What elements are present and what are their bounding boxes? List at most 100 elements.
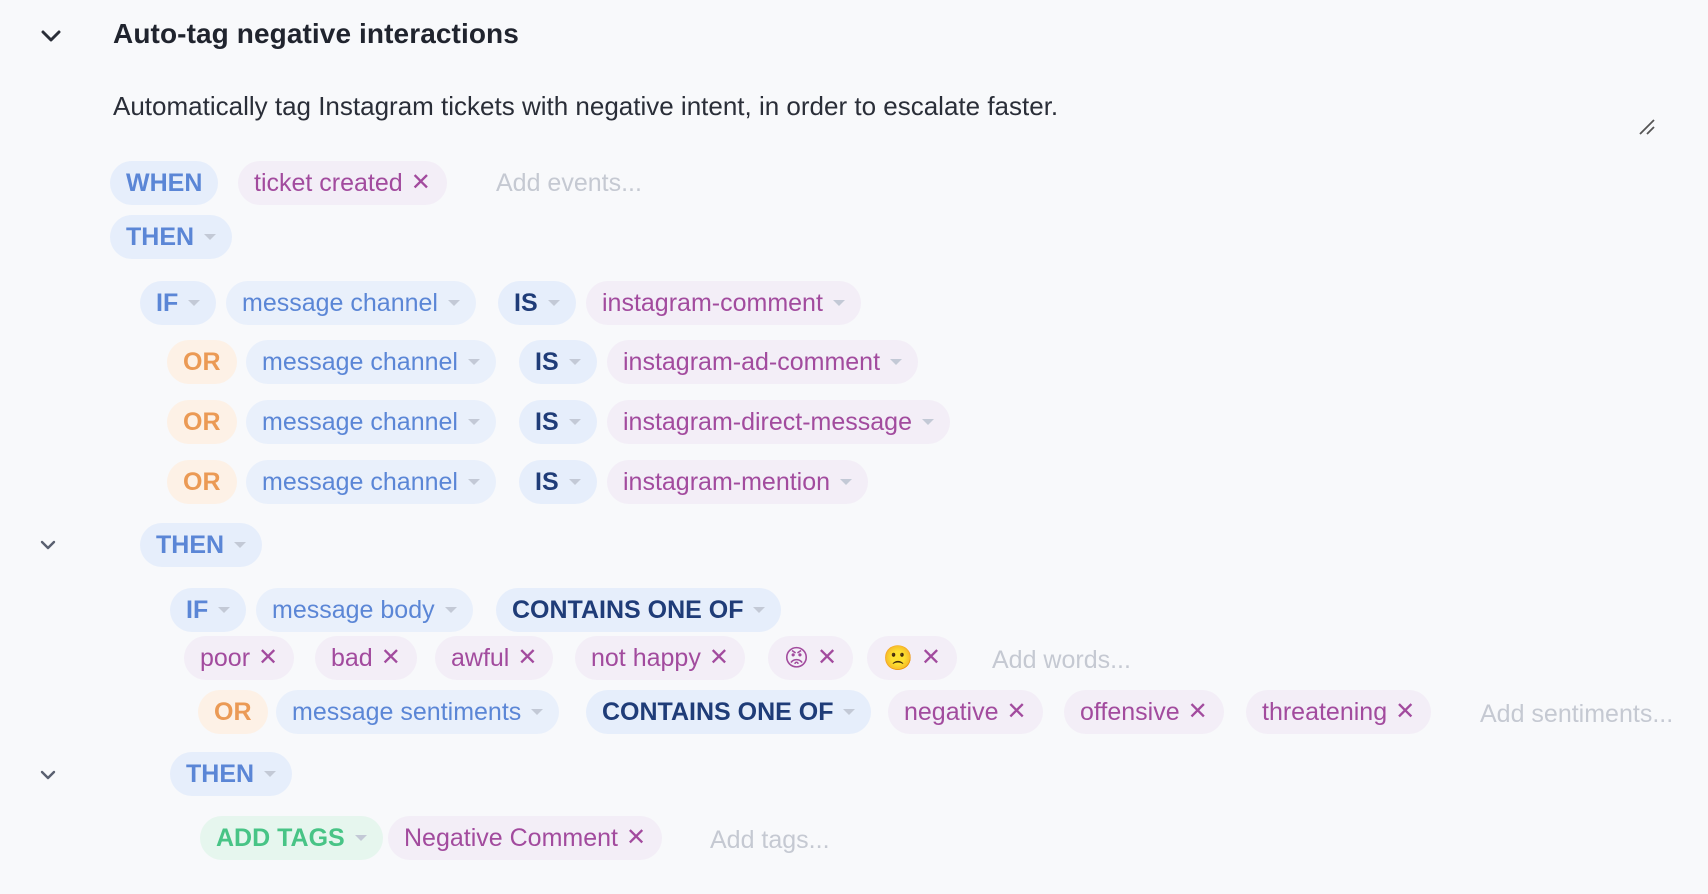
word-label: bad — [331, 643, 373, 672]
field-label: message channel — [262, 347, 458, 376]
add-events-input[interactable]: Add events... — [496, 161, 642, 205]
remove-sentiment-icon[interactable]: ✕ — [1188, 700, 1208, 724]
when-keyword: WHEN — [110, 161, 219, 205]
field-label: message channel — [262, 467, 458, 496]
operator-select[interactable]: CONTAINS ONE OF — [496, 588, 782, 632]
condition-field-select[interactable]: message body — [256, 588, 473, 632]
frowning-face-emoji: 🙁 — [883, 644, 913, 672]
sentiment-label: offensive — [1080, 697, 1180, 726]
word-chip[interactable]: bad ✕ — [315, 636, 417, 680]
collapse-then-chevron-icon[interactable] — [37, 764, 59, 786]
if-label: IF — [156, 288, 179, 317]
resize-handle-icon[interactable] — [1638, 118, 1656, 141]
then-keyword-2[interactable]: THEN — [140, 523, 263, 567]
operator-select[interactable]: IS — [498, 281, 576, 325]
operator-label: CONTAINS ONE OF — [602, 697, 834, 726]
remove-tag-icon[interactable]: ✕ — [626, 826, 646, 850]
rule-description[interactable]: Automatically tag Instagram tickets with… — [113, 91, 1058, 122]
value-select[interactable]: instagram-comment — [586, 281, 861, 325]
collapse-rule-chevron-icon[interactable] — [40, 25, 62, 47]
condition-field-select[interactable]: message channel — [226, 281, 476, 325]
or-keyword[interactable]: OR — [198, 690, 268, 734]
caret-down-icon — [568, 359, 581, 365]
remove-word-icon[interactable]: ✕ — [921, 646, 941, 670]
tag-chip[interactable]: Negative Comment ✕ — [388, 816, 663, 860]
add-words-input[interactable]: Add words... — [992, 638, 1131, 682]
remove-sentiment-icon[interactable]: ✕ — [1007, 700, 1027, 724]
value-label: instagram-mention — [623, 467, 831, 496]
field-label: message channel — [242, 288, 438, 317]
caret-down-icon — [753, 607, 766, 613]
field-label: message body — [272, 595, 435, 624]
condition-field-select[interactable]: message channel — [246, 460, 496, 504]
field-label: message channel — [262, 407, 458, 436]
caret-down-icon — [354, 835, 367, 841]
remove-word-icon[interactable]: ✕ — [817, 646, 837, 670]
condition-field-select[interactable]: message sentiments — [276, 690, 560, 734]
caret-down-icon — [467, 419, 480, 425]
caret-down-icon — [467, 359, 480, 365]
event-chip[interactable]: ticket created ✕ — [238, 161, 447, 205]
word-chip[interactable]: not happy ✕ — [575, 636, 745, 680]
or-keyword[interactable]: OR — [167, 400, 237, 444]
caret-down-icon — [832, 300, 845, 306]
operator-select[interactable]: IS — [519, 460, 597, 504]
field-label: message sentiments — [292, 697, 522, 726]
word-chip[interactable]: 🙁 ✕ — [867, 636, 957, 680]
remove-word-icon[interactable]: ✕ — [709, 646, 729, 670]
word-label: poor — [200, 643, 251, 672]
sentiment-chip[interactable]: negative ✕ — [888, 690, 1043, 734]
operator-select[interactable]: CONTAINS ONE OF — [586, 690, 872, 734]
add-tags-action[interactable]: ADD TAGS — [200, 816, 383, 860]
caret-down-icon — [547, 300, 560, 306]
add-sentiments-input[interactable]: Add sentiments... — [1480, 692, 1673, 736]
remove-sentiment-icon[interactable]: ✕ — [1395, 700, 1415, 724]
sentiment-chip[interactable]: threatening ✕ — [1246, 690, 1432, 734]
value-label: instagram-direct-message — [623, 407, 912, 436]
then-keyword-3[interactable]: THEN — [170, 752, 293, 796]
value-select[interactable]: instagram-mention — [607, 460, 869, 504]
word-chip[interactable]: poor ✕ — [184, 636, 295, 680]
caret-down-icon — [234, 542, 247, 548]
caret-down-icon — [840, 479, 853, 485]
caret-down-icon — [531, 709, 544, 715]
add-tags-input[interactable]: Add tags... — [710, 818, 830, 862]
word-chip[interactable]: awful ✕ — [435, 636, 554, 680]
if-keyword-2[interactable]: IF — [170, 588, 247, 632]
caret-down-icon — [264, 771, 277, 777]
value-label: instagram-ad-comment — [623, 347, 881, 376]
remove-word-icon[interactable]: ✕ — [381, 646, 401, 670]
remove-event-icon[interactable]: ✕ — [411, 171, 431, 195]
remove-word-icon[interactable]: ✕ — [258, 646, 278, 670]
operator-select[interactable]: IS — [519, 400, 597, 444]
condition-field-select[interactable]: message channel — [246, 340, 496, 384]
caret-down-icon — [890, 359, 903, 365]
remove-word-icon[interactable]: ✕ — [517, 646, 537, 670]
collapse-then-chevron-icon[interactable] — [37, 534, 59, 556]
angry-face-emoji: 😡 — [784, 644, 810, 672]
then-label: THEN — [126, 222, 195, 251]
if-keyword-1[interactable]: IF — [140, 281, 217, 325]
value-select[interactable]: instagram-direct-message — [607, 400, 950, 444]
condition-field-select[interactable]: message channel — [246, 400, 496, 444]
then-label: THEN — [156, 530, 225, 559]
or-keyword[interactable]: OR — [167, 340, 237, 384]
or-label: OR — [183, 407, 221, 436]
word-chip[interactable]: 😡 ✕ — [768, 636, 854, 680]
caret-down-icon — [843, 709, 856, 715]
caret-down-icon — [568, 419, 581, 425]
sentiment-chip[interactable]: offensive ✕ — [1064, 690, 1224, 734]
or-keyword[interactable]: OR — [167, 460, 237, 504]
operator-label: IS — [535, 467, 559, 496]
then-keyword-1[interactable]: THEN — [110, 215, 233, 259]
operator-label: IS — [514, 288, 538, 317]
caret-down-icon — [467, 479, 480, 485]
or-label: OR — [214, 697, 252, 726]
value-select[interactable]: instagram-ad-comment — [607, 340, 919, 384]
or-label: OR — [183, 347, 221, 376]
caret-down-icon — [444, 607, 457, 613]
caret-down-icon — [188, 300, 201, 306]
caret-down-icon — [218, 607, 231, 613]
action-label: ADD TAGS — [216, 823, 345, 852]
operator-select[interactable]: IS — [519, 340, 597, 384]
